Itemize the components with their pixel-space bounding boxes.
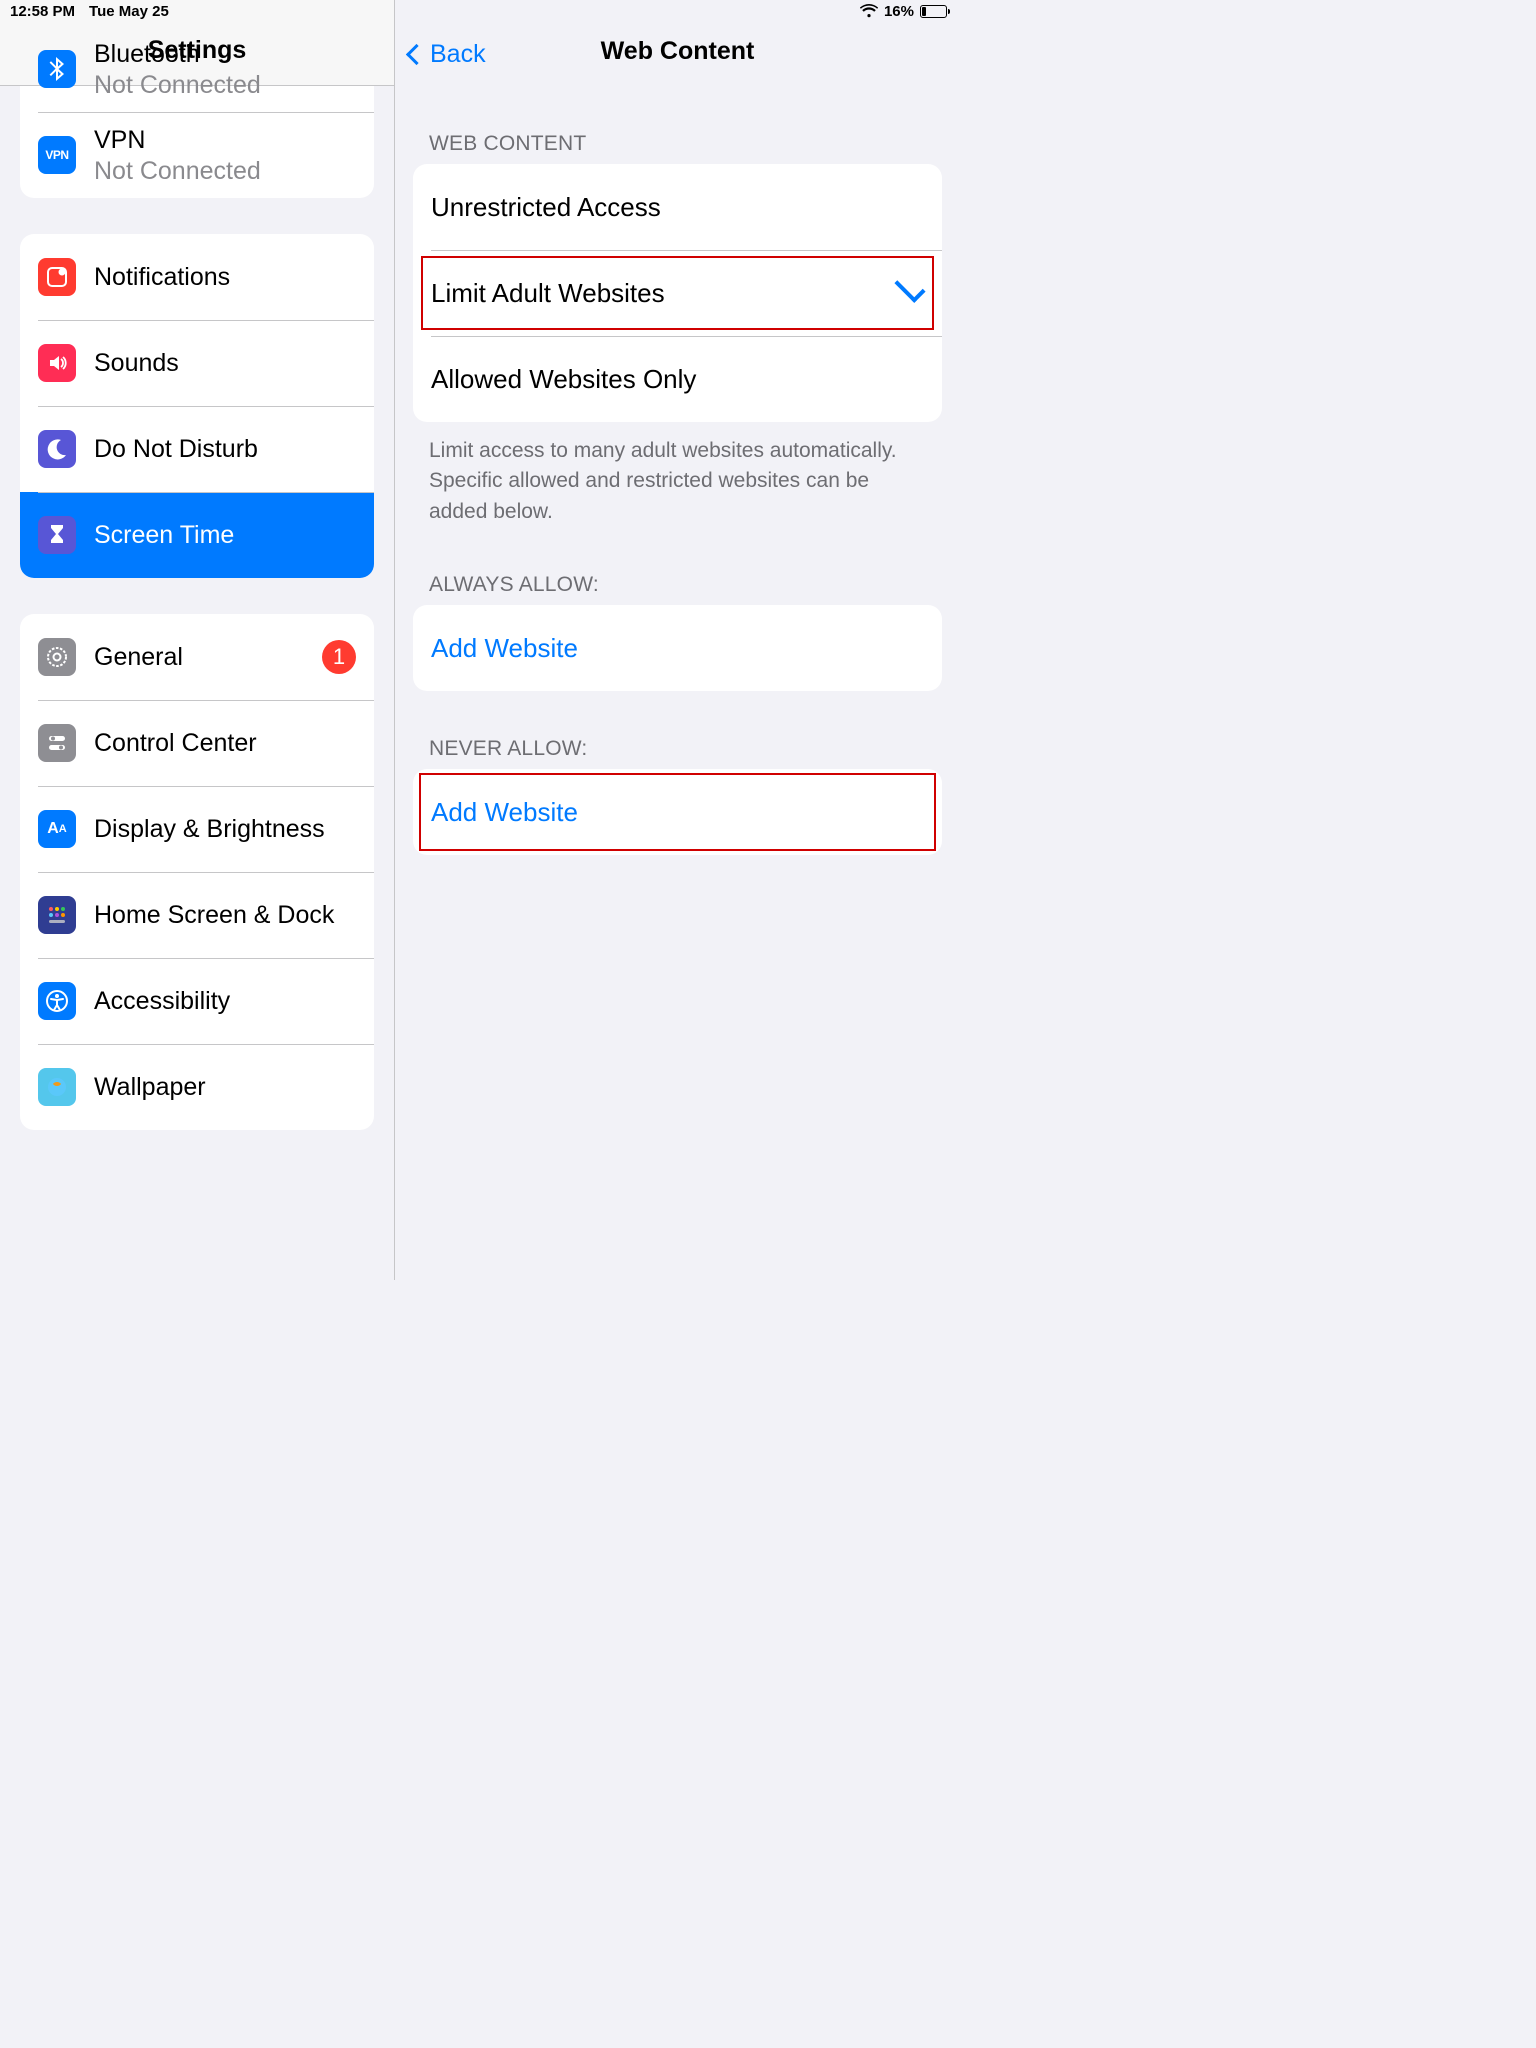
sidebar-item-label: Sounds — [94, 348, 179, 378]
sidebar-item-label: Do Not Disturb — [94, 434, 258, 464]
option-unrestricted[interactable]: Unrestricted Access — [413, 164, 942, 250]
section-footer-webcontent: Limit access to many adult websites auto… — [413, 422, 942, 527]
sidebar-item-label: Home Screen & Dock — [94, 900, 334, 930]
always-allow-group: Add Website — [413, 605, 942, 691]
web-content-options: Unrestricted Access Limit Adult Websites… — [413, 164, 942, 422]
sidebar-item-label: Wallpaper — [94, 1072, 206, 1102]
option-limit-adult[interactable]: Limit Adult Websites — [413, 250, 942, 336]
text-size-icon: AA — [38, 810, 76, 848]
status-date: Tue May 25 — [89, 3, 169, 20]
sidebar-group-connectivity: Bluetooth Not Connected VPN VPN Not Conn… — [20, 26, 374, 198]
accessibility-icon — [38, 982, 76, 1020]
option-label: Unrestricted Access — [431, 192, 661, 223]
notifications-icon — [38, 258, 76, 296]
battery-icon — [920, 5, 950, 18]
sidebar-scroll[interactable]: Bluetooth Not Connected VPN VPN Not Conn… — [0, 26, 394, 1280]
settings-sidebar: Settings Bluetooth Not Connected VPN — [0, 0, 395, 1280]
add-website-always[interactable]: Add Website — [413, 605, 942, 691]
back-label: Back — [430, 40, 486, 69]
add-website-never[interactable]: Add Website — [413, 769, 942, 855]
sidebar-item-label: Display & Brightness — [94, 814, 325, 844]
sidebar-item-homescreen[interactable]: Home Screen & Dock — [20, 872, 374, 958]
sidebar-item-label: Bluetooth — [94, 39, 356, 69]
never-allow-group: Add Website — [413, 769, 942, 855]
sidebar-item-label: Screen Time — [94, 520, 234, 550]
hourglass-icon — [38, 516, 76, 554]
sidebar-item-wallpaper[interactable]: Wallpaper — [20, 1044, 374, 1130]
checkmark-icon — [894, 272, 925, 303]
sidebar-item-dnd[interactable]: Do Not Disturb — [20, 406, 374, 492]
sidebar-item-sounds[interactable]: Sounds — [20, 320, 374, 406]
moon-icon — [38, 430, 76, 468]
sidebar-item-general[interactable]: General 1 — [20, 614, 374, 700]
wallpaper-icon — [38, 1068, 76, 1106]
gear-icon — [38, 638, 76, 676]
sidebar-group-general: General 1 Control Center AA Display & Br… — [20, 614, 374, 1130]
add-website-label: Add Website — [431, 797, 578, 828]
grid-icon — [38, 896, 76, 934]
status-time: 12:58 PM — [10, 3, 75, 20]
sidebar-item-label: Notifications — [94, 262, 230, 292]
sidebar-item-label: Control Center — [94, 728, 257, 758]
sidebar-item-label: General — [94, 642, 304, 672]
notification-badge: 1 — [322, 640, 356, 674]
option-allowed-only[interactable]: Allowed Websites Only — [413, 336, 942, 422]
detail-pane: Back Web Content WEB CONTENT Unrestricte… — [395, 0, 960, 1280]
wifi-icon — [860, 4, 878, 18]
status-bar: 12:58 PM Tue May 25 16% — [0, 0, 960, 22]
sidebar-item-display[interactable]: AA Display & Brightness — [20, 786, 374, 872]
option-label: Allowed Websites Only — [431, 364, 696, 395]
option-label: Limit Adult Websites — [431, 278, 665, 309]
sidebar-item-notifications[interactable]: Notifications — [20, 234, 374, 320]
toggles-icon — [38, 724, 76, 762]
sidebar-item-screentime[interactable]: Screen Time — [20, 492, 374, 578]
sidebar-item-bluetooth[interactable]: Bluetooth Not Connected — [20, 26, 374, 112]
chevron-left-icon — [406, 44, 427, 65]
add-website-label: Add Website — [431, 633, 578, 664]
section-header-always-allow: ALWAYS ALLOW: — [413, 527, 942, 605]
sidebar-group-notifications: Notifications Sounds Do Not Disturb — [20, 234, 374, 578]
battery-percent: 16% — [884, 3, 914, 20]
section-header-never-allow: NEVER ALLOW: — [413, 691, 942, 769]
detail-title: Web Content — [601, 37, 755, 66]
back-button[interactable]: Back — [409, 40, 486, 69]
vpn-icon: VPN — [38, 136, 76, 174]
sidebar-item-vpn[interactable]: VPN VPN Not Connected — [20, 112, 374, 198]
sidebar-item-label: Accessibility — [94, 986, 230, 1016]
sidebar-item-controlcenter[interactable]: Control Center — [20, 700, 374, 786]
bluetooth-icon — [38, 50, 76, 88]
sounds-icon — [38, 344, 76, 382]
sidebar-item-subtitle: Not Connected — [94, 157, 356, 186]
detail-scroll[interactable]: WEB CONTENT Unrestricted Access Limit Ad… — [395, 86, 960, 1280]
sidebar-item-accessibility[interactable]: Accessibility — [20, 958, 374, 1044]
section-header-webcontent: WEB CONTENT — [413, 86, 942, 164]
sidebar-item-subtitle: Not Connected — [94, 71, 356, 100]
sidebar-item-label: VPN — [94, 125, 356, 155]
